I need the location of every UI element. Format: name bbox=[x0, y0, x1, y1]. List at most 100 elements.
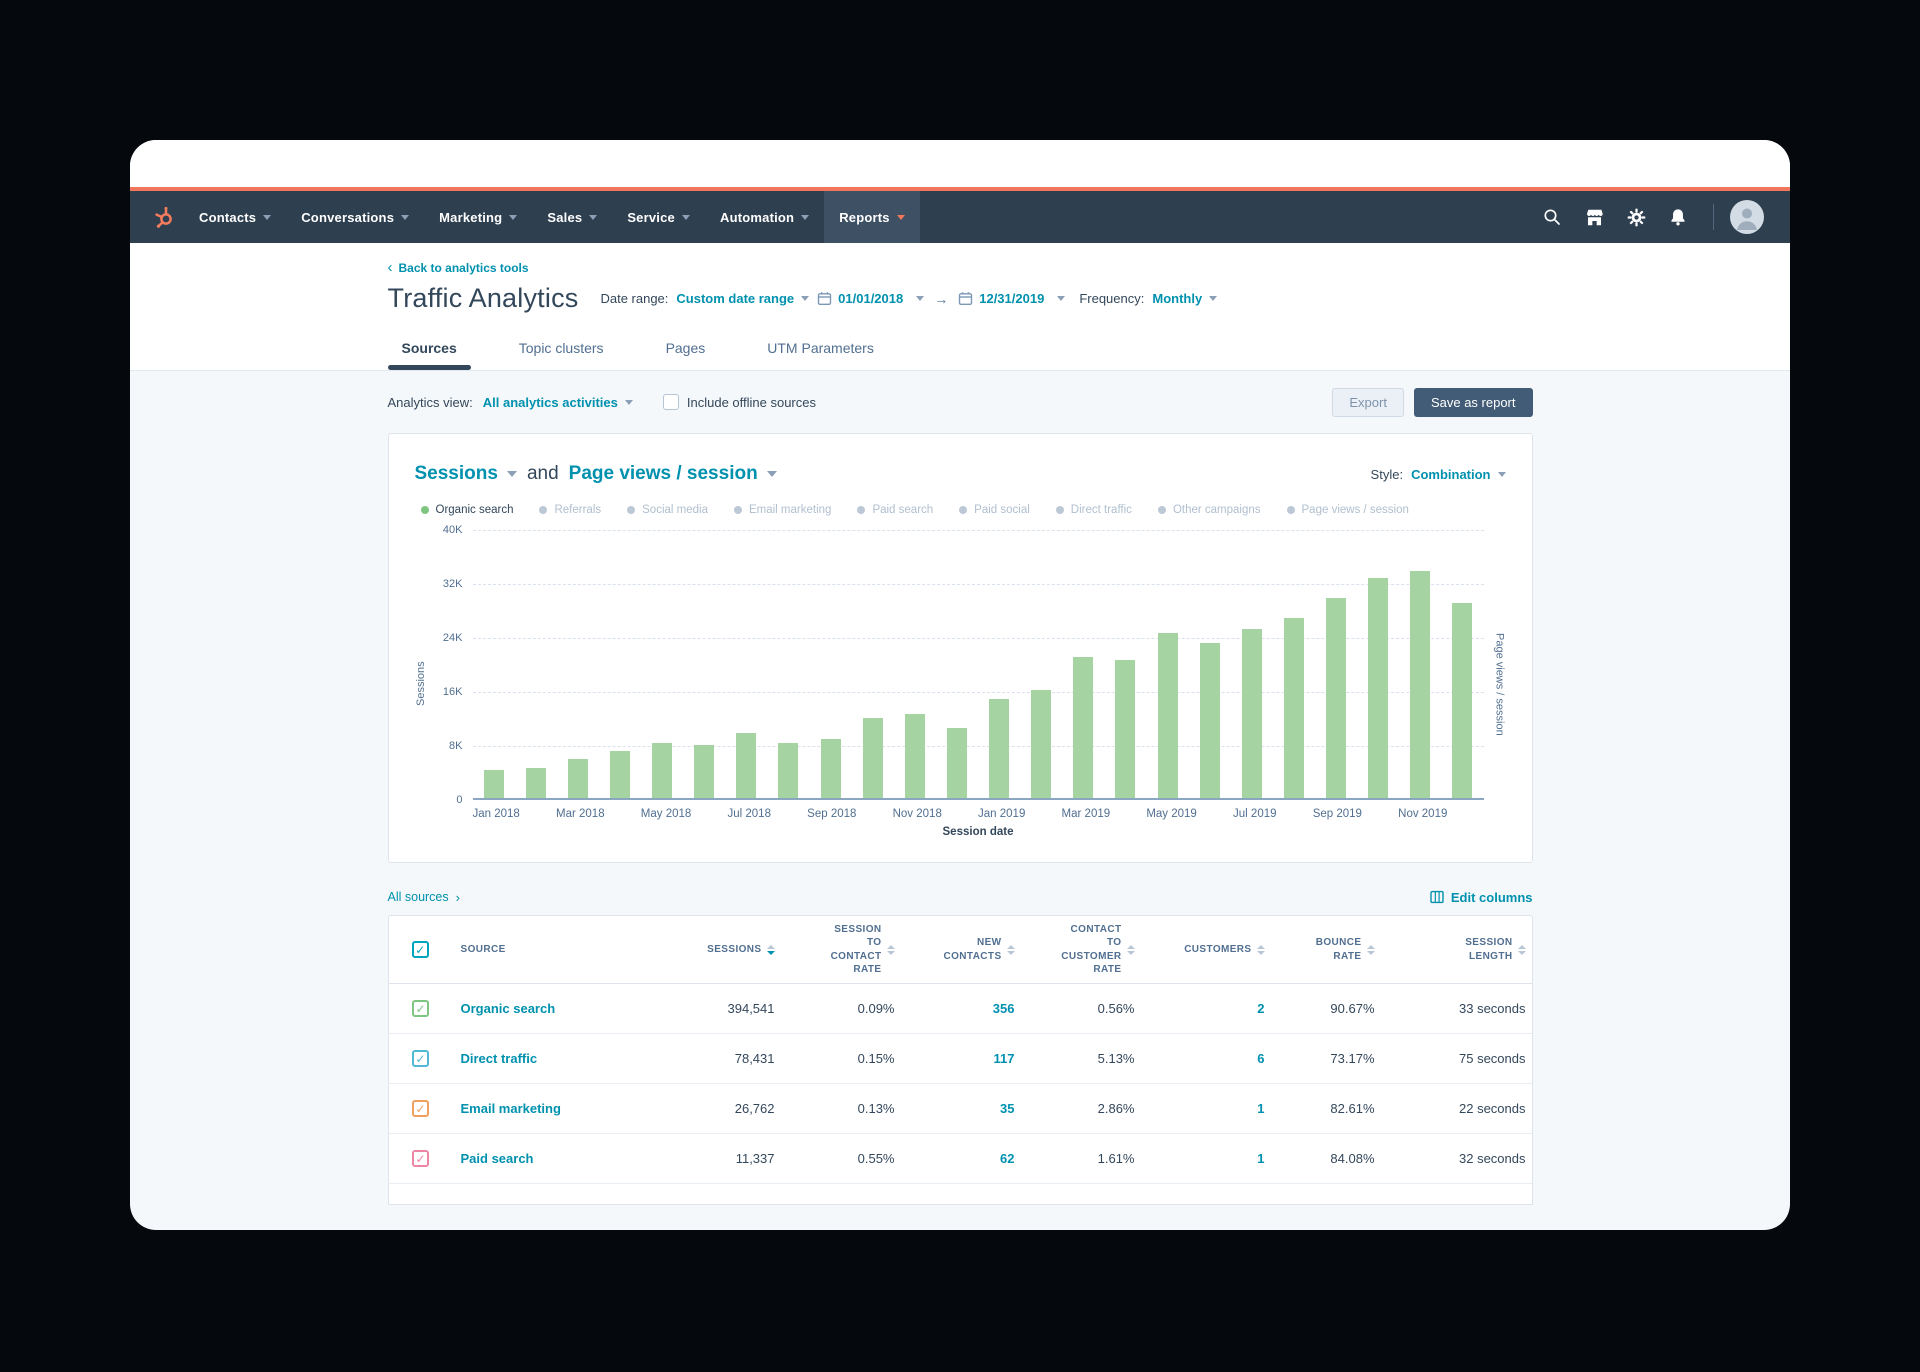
legend-item-referrals[interactable]: Referrals bbox=[539, 504, 601, 516]
include-offline-sources-checkbox[interactable]: Include offline sources bbox=[663, 394, 816, 410]
legend-item-other-campaigns[interactable]: Other campaigns bbox=[1158, 504, 1261, 516]
y-axis-ticks: 40K32K24K16K8K0 bbox=[427, 530, 473, 800]
bar-slot bbox=[1189, 530, 1231, 798]
source-link[interactable]: Email marketing bbox=[461, 1101, 561, 1116]
cell-new-contacts[interactable]: 356 bbox=[903, 995, 1023, 1022]
x-tick-slot: Jan 2019 bbox=[978, 808, 1025, 820]
row-checkbox-paid-search[interactable]: ✓ bbox=[412, 1150, 429, 1167]
new-contacts-link[interactable]: 62 bbox=[1000, 1151, 1014, 1166]
customers-link[interactable]: 1 bbox=[1257, 1151, 1264, 1166]
row-checkbox-email-marketing[interactable]: ✓ bbox=[412, 1100, 429, 1117]
cell-customers[interactable]: 2 bbox=[1143, 995, 1273, 1022]
bar-slot bbox=[852, 530, 894, 798]
legend-item-organic-search[interactable]: Organic search bbox=[421, 504, 514, 516]
customers-link[interactable]: 1 bbox=[1257, 1101, 1264, 1116]
tab-sources[interactable]: Sources bbox=[388, 330, 471, 370]
x-tick-slot: May 2018 bbox=[641, 808, 692, 820]
tab-pages[interactable]: Pages bbox=[652, 330, 720, 370]
frequency-select[interactable]: Monthly bbox=[1152, 291, 1217, 306]
analytics-view-select[interactable]: All analytics activities bbox=[483, 395, 633, 410]
row-checkbox-organic-search[interactable]: ✓ bbox=[412, 1000, 429, 1017]
tab-topic-clusters[interactable]: Topic clusters bbox=[505, 330, 618, 370]
nav-item-marketing[interactable]: Marketing bbox=[424, 191, 532, 243]
source-link[interactable]: Direct traffic bbox=[461, 1051, 538, 1066]
x-tick-slot: Sep 2018 bbox=[807, 808, 856, 820]
legend-item-email-marketing[interactable]: Email marketing bbox=[734, 504, 831, 516]
x-axis-label: Session date bbox=[473, 826, 1484, 838]
notifications-icon[interactable] bbox=[1659, 198, 1697, 236]
cell-customers[interactable]: 6 bbox=[1143, 1045, 1273, 1072]
bar-slot bbox=[1315, 530, 1357, 798]
settings-icon[interactable] bbox=[1617, 198, 1655, 236]
select-all-checkbox[interactable]: ✓ bbox=[412, 941, 429, 958]
chart-style-select[interactable]: Combination bbox=[1411, 467, 1505, 482]
cell-customers[interactable]: 1 bbox=[1143, 1145, 1273, 1172]
legend-item-paid-search[interactable]: Paid search bbox=[857, 504, 933, 516]
date-controls: Date range: Custom date range 01/01/2018… bbox=[600, 291, 1217, 307]
row-checkbox-direct-traffic[interactable]: ✓ bbox=[412, 1050, 429, 1067]
secondary-metric-select[interactable]: Page views / session bbox=[569, 463, 777, 485]
cell-sessions: 78,431 bbox=[653, 1045, 783, 1072]
cell-source[interactable]: Direct traffic bbox=[453, 1045, 653, 1072]
y-tick: 0 bbox=[456, 794, 462, 806]
chart-title-and: and bbox=[527, 463, 559, 485]
y-tick: 16K bbox=[443, 686, 463, 698]
nav-item-sales[interactable]: Sales bbox=[532, 191, 612, 243]
cell-source[interactable]: Email marketing bbox=[453, 1095, 653, 1122]
column-header-session-to-contact-rate[interactable]: SESSION TO CONTACT RATE bbox=[783, 917, 903, 983]
x-tick-slot: Jan 2018 bbox=[473, 808, 520, 820]
start-date-picker[interactable]: 01/01/2018 bbox=[817, 291, 924, 306]
all-sources-link[interactable]: All sources› bbox=[388, 890, 460, 905]
customers-link[interactable]: 2 bbox=[1257, 1001, 1264, 1016]
page-body: Analytics view: All analytics activities… bbox=[130, 371, 1790, 1205]
tab-utm-parameters[interactable]: UTM Parameters bbox=[753, 330, 888, 370]
nav-item-conversations[interactable]: Conversations bbox=[286, 191, 424, 243]
chart-bar-feb-2018 bbox=[526, 768, 546, 798]
analytics-tabs: Sources Topic clusters Pages UTM Parameters bbox=[388, 330, 1533, 370]
source-link[interactable]: Organic search bbox=[461, 1001, 556, 1016]
column-header-contact-to-customer-rate[interactable]: CONTACT TO CUSTOMER RATE bbox=[1023, 917, 1143, 983]
new-contacts-link[interactable]: 117 bbox=[994, 1051, 1015, 1066]
new-contacts-link[interactable]: 356 bbox=[993, 1001, 1015, 1016]
column-header-session-length[interactable]: SESSION LENGTH bbox=[1383, 930, 1534, 969]
nav-item-automation[interactable]: Automation bbox=[705, 191, 824, 243]
nav-item-service[interactable]: Service bbox=[612, 191, 705, 243]
new-contacts-link[interactable]: 35 bbox=[1000, 1101, 1014, 1116]
search-icon[interactable] bbox=[1533, 198, 1571, 236]
save-as-report-button[interactable]: Save as report bbox=[1414, 388, 1533, 417]
x-tick: Jan 2018 bbox=[473, 808, 520, 820]
cell-new-contacts[interactable]: 62 bbox=[903, 1145, 1023, 1172]
legend-item-page-views-session[interactable]: Page views / session bbox=[1287, 504, 1409, 516]
cell-customers[interactable]: 1 bbox=[1143, 1095, 1273, 1122]
cell-source[interactable]: Paid search bbox=[453, 1145, 653, 1172]
legend-item-paid-social[interactable]: Paid social bbox=[959, 504, 1030, 516]
cell-source[interactable]: Organic search bbox=[453, 995, 653, 1022]
date-range-select[interactable]: Custom date range bbox=[676, 291, 809, 306]
end-date-picker[interactable]: 12/31/2019 bbox=[958, 291, 1065, 306]
nav-item-contacts[interactable]: Contacts bbox=[184, 191, 286, 243]
x-tick-slot: Mar 2018 bbox=[556, 808, 605, 820]
column-header-new-contacts[interactable]: NEW CONTACTS bbox=[903, 930, 1023, 969]
back-to-analytics-link[interactable]: ‹ Back to analytics tools bbox=[388, 261, 529, 275]
nav-item-reports[interactable]: Reports bbox=[824, 191, 920, 243]
cell-new-contacts[interactable]: 35 bbox=[903, 1095, 1023, 1122]
source-link[interactable]: Paid search bbox=[461, 1151, 534, 1166]
column-header-bounce-rate[interactable]: BOUNCE RATE bbox=[1273, 930, 1383, 969]
legend-item-social-media[interactable]: Social media bbox=[627, 504, 708, 516]
marketplace-icon[interactable] bbox=[1575, 198, 1613, 236]
column-header-customers[interactable]: CUSTOMERS bbox=[1143, 937, 1273, 963]
bar-slot bbox=[1273, 530, 1315, 798]
cell-new-contacts[interactable]: 117 bbox=[903, 1045, 1023, 1072]
column-header-sessions[interactable]: SESSIONS bbox=[653, 937, 783, 963]
bar-slot bbox=[767, 530, 809, 798]
export-button[interactable]: Export bbox=[1332, 388, 1404, 417]
chevron-down-icon bbox=[401, 215, 409, 220]
bar-slot bbox=[810, 530, 852, 798]
checkbox-unchecked[interactable] bbox=[663, 394, 679, 410]
customers-link[interactable]: 6 bbox=[1257, 1051, 1264, 1066]
edit-columns-link[interactable]: Edit columns bbox=[1430, 890, 1533, 905]
hubspot-logo-icon[interactable] bbox=[144, 205, 184, 229]
primary-metric-select[interactable]: Sessions bbox=[415, 463, 517, 485]
avatar[interactable] bbox=[1730, 200, 1764, 234]
legend-item-direct-traffic[interactable]: Direct traffic bbox=[1056, 504, 1132, 516]
